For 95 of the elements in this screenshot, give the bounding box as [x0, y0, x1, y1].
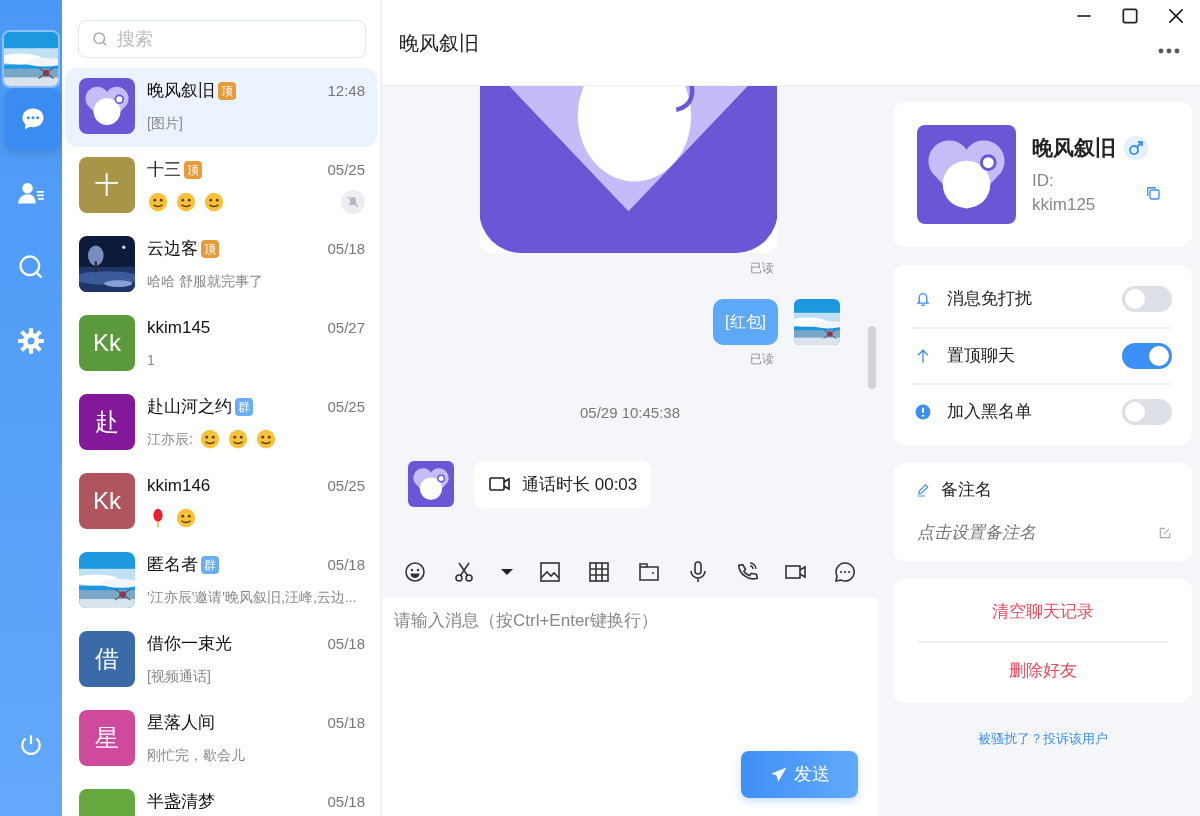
emoji-icon: [147, 191, 169, 213]
time: 05/25: [327, 475, 365, 496]
chat-button[interactable]: [833, 559, 858, 584]
image-icon: [538, 559, 563, 584]
chat-item[interactable]: 赴 赴山河之约 群 05/25 江亦辰:: [65, 384, 377, 463]
timestamp: 05/29 10:45:38: [579, 404, 681, 421]
contact-name: 星落人间: [147, 712, 215, 735]
contact-name: 云边客: [147, 238, 198, 261]
avatar: Kk: [79, 315, 135, 371]
send-icon: [769, 765, 788, 784]
contact-name: kkim145: [147, 317, 211, 340]
caret-button[interactable]: [500, 568, 513, 575]
message-preview: 1: [147, 350, 155, 370]
time: 05/18: [327, 554, 365, 575]
action-button[interactable]: 清空聊天记录: [917, 582, 1168, 641]
avatar: Kk: [79, 473, 135, 529]
emoji-icon: [175, 191, 197, 213]
remark-input[interactable]: 点击设置备注名: [915, 519, 1158, 547]
search-field[interactable]: 搜索: [78, 20, 366, 58]
avatar: 借: [79, 631, 135, 687]
message-preview: '江亦辰'邀请'晚风叙旧,汪峰,云边...: [147, 587, 357, 607]
search-icon: [91, 30, 109, 48]
remark-label: 备注名: [941, 479, 992, 502]
table-icon: [587, 559, 612, 584]
emoji-icon: [175, 507, 197, 529]
read-status: 已读: [750, 351, 775, 368]
action-button[interactable]: 删除好友: [917, 640, 1168, 699]
time: 05/18: [327, 791, 365, 812]
time: 05/18: [327, 712, 365, 733]
time: 05/18: [327, 238, 365, 259]
emoji-icon: [254, 428, 277, 450]
chat-item[interactable]: 星 星落人间 05/18 刚忙完，歇会儿: [65, 700, 377, 779]
message-preview: 哈哈 舒服就完事了: [147, 271, 263, 291]
contact-name: 晚风叙旧: [147, 80, 215, 103]
image-button[interactable]: [538, 559, 563, 584]
chat-item[interactable]: 十 十三 顶 05/25: [65, 147, 377, 226]
avatar: 十: [79, 157, 135, 213]
chat-item[interactable]: 借 借你一束光 05/18 [视频通话]: [65, 621, 377, 700]
toggle-switch[interactable]: [1122, 399, 1172, 425]
caret-icon: [500, 568, 513, 575]
message-preview: 刚忙完，歇会儿: [147, 745, 245, 765]
emoji-icon: [198, 428, 221, 450]
emoji-icon: [402, 559, 427, 584]
time: 05/25: [327, 159, 365, 180]
profile-name: 晚风叙旧: [1032, 134, 1116, 161]
avatar: 赴: [79, 394, 135, 450]
time: 05/18: [327, 633, 365, 654]
chat-title: 晚风叙旧: [399, 30, 479, 56]
setting-label: 加入黑名单: [947, 401, 1032, 424]
message-bubble: [红包]: [713, 299, 778, 345]
maximize-icon[interactable]: [1120, 6, 1140, 26]
contact-name: 赴山河之约: [147, 396, 232, 419]
chat-item[interactable]: Kk kkim146 05/25: [65, 463, 377, 542]
read-status: 已读: [750, 260, 775, 277]
table-button[interactable]: [587, 559, 612, 584]
time: 05/27: [327, 317, 365, 338]
avatar: 星: [79, 710, 135, 766]
chat-icon: [833, 559, 858, 584]
contact-name: 匿名者: [147, 554, 198, 577]
tag: 顶: [184, 161, 202, 179]
contact-name: kkim146: [147, 475, 211, 498]
tag: 顶: [218, 82, 236, 100]
copy-icon[interactable]: [1144, 184, 1162, 203]
power-icon: [18, 732, 44, 758]
message-text: 通话时长 00:03: [522, 473, 638, 496]
contact-name: 十三: [147, 159, 181, 182]
setting-label: 置顶聊天: [947, 345, 1015, 368]
close-icon[interactable]: [1166, 6, 1186, 26]
chat-item[interactable]: 匿名者 群 05/18 '江亦辰'邀请'晚风叙旧,汪峰,云边...: [65, 542, 377, 621]
chat-item[interactable]: 晚风叙旧 顶 12:48 [图片]: [65, 68, 377, 147]
message-preview: [视频通话]: [147, 666, 211, 686]
chat-item[interactable]: 云边客 顶 05/18 哈哈 舒服就完事了: [65, 226, 377, 305]
emoji-button[interactable]: [402, 559, 427, 584]
search-icon: [17, 253, 45, 281]
chat-item[interactable]: 半盏清梦 05/18: [65, 779, 377, 816]
time: 12:48: [327, 80, 365, 101]
tag: 群: [235, 398, 253, 416]
emoji-icon: [226, 428, 249, 450]
message-preview: [图片]: [147, 113, 183, 133]
alert-icon: [913, 402, 933, 422]
message-preview: 江亦辰:: [147, 429, 193, 449]
settings-icon: [17, 327, 45, 355]
chat-item[interactable]: Kk kkim145 05/27 1: [65, 305, 377, 384]
time: 05/25: [327, 396, 365, 417]
chat-tab[interactable]: [4, 88, 62, 150]
toggle-switch[interactable]: [1122, 343, 1172, 369]
contact-name: 半盏清梦: [147, 791, 215, 814]
male-icon: [1124, 135, 1148, 160]
tag: 群: [201, 556, 219, 574]
toggle-switch[interactable]: [1122, 286, 1172, 312]
tag: 顶: [201, 240, 219, 258]
setting-label: 消息免打扰: [947, 288, 1032, 311]
contact-name: 借你一束光: [147, 633, 232, 656]
emoji-icon: [203, 191, 225, 213]
scrollbar[interactable]: [868, 326, 876, 389]
